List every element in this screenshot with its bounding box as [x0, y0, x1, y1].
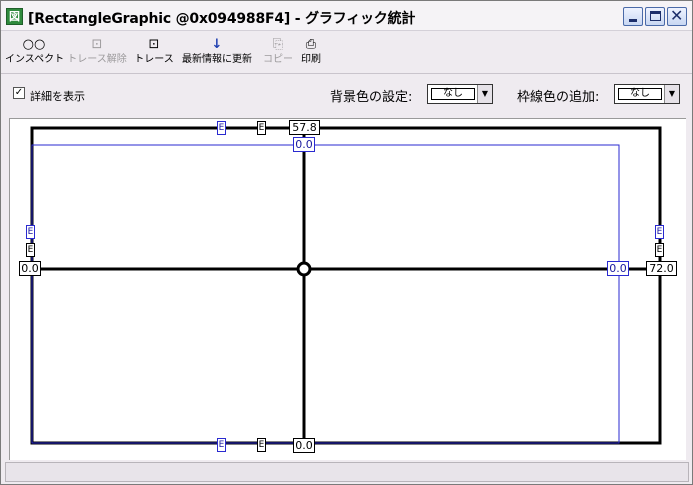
- trace-button[interactable]: ⊡ トレース: [132, 36, 176, 72]
- edge-marker[interactable]: E: [217, 121, 226, 135]
- background-color-value: なし: [431, 88, 475, 100]
- graphic-canvas[interactable]: 57.8 0.0 0.0 0.0 0.0 72.0 E E E E E E E …: [9, 118, 686, 460]
- refresh-label: 最新情報に更新: [182, 54, 252, 65]
- edge-marker[interactable]: E: [257, 438, 266, 452]
- show-details-checkbox[interactable]: ✓: [13, 87, 25, 99]
- border-color-select[interactable]: なし ▼: [614, 84, 680, 104]
- copy-button[interactable]: ⎘ コピー: [260, 36, 296, 72]
- inner-rectangle: [31, 144, 620, 444]
- options-bar: ✓ 詳細を表示 背景色の設定: なし ▼ 枠線色の追加: なし ▼: [1, 75, 692, 113]
- print-button[interactable]: ⎙ 印刷: [297, 36, 325, 72]
- inner-right-value-label: 0.0: [607, 261, 629, 276]
- edge-marker[interactable]: E: [217, 438, 226, 452]
- untrace-icon: ⊡: [91, 37, 103, 52]
- refresh-icon: ↓: [211, 37, 223, 52]
- toolbar: ○○ インスペクト ⊡ トレース解除 ⊡ トレース ↓ 最新情報に更新 ⎘ コピ…: [1, 32, 692, 74]
- top-value-label: 57.8: [289, 120, 320, 135]
- edge-marker[interactable]: E: [655, 225, 664, 239]
- untrace-button[interactable]: ⊡ トレース解除: [65, 36, 129, 72]
- window-title: [RectangleGraphic @0x094988F4] - グラフィック統…: [28, 11, 416, 27]
- edge-marker[interactable]: E: [257, 121, 266, 135]
- app-icon: 図: [6, 8, 23, 25]
- bottom-value-label: 0.0: [293, 438, 315, 453]
- glasses-icon: ○○: [22, 37, 46, 52]
- background-color-label: 背景色の設定:: [330, 90, 413, 105]
- minimize-icon: [629, 19, 637, 22]
- inner-top-value-label: 0.0: [293, 137, 315, 152]
- chevron-down-icon[interactable]: ▼: [664, 85, 679, 103]
- title-bar[interactable]: 図 [RectangleGraphic @0x094988F4] - グラフィッ…: [1, 1, 692, 31]
- minimize-button[interactable]: [623, 7, 643, 26]
- trace-label: トレース: [134, 54, 174, 65]
- border-color-value: なし: [618, 88, 662, 100]
- copy-icon: ⎘: [272, 37, 284, 52]
- status-bar: [5, 462, 689, 482]
- refresh-button[interactable]: ↓ 最新情報に更新: [177, 36, 257, 72]
- border-color-label: 枠線色の追加:: [517, 90, 600, 105]
- rectangle-graphic-diagram: [30, 126, 662, 445]
- chevron-down-icon[interactable]: ▼: [477, 85, 492, 103]
- print-icon: ⎙: [305, 37, 317, 52]
- edge-marker[interactable]: E: [655, 243, 664, 257]
- inspect-label: インスペクト: [5, 54, 65, 65]
- maximize-icon: [650, 11, 661, 21]
- print-label: 印刷: [301, 54, 321, 65]
- background-color-select[interactable]: なし ▼: [427, 84, 493, 104]
- left-value-label: 0.0: [19, 261, 41, 276]
- close-button[interactable]: ✕: [667, 6, 687, 26]
- untrace-label: トレース解除: [67, 54, 127, 65]
- window: 図 [RectangleGraphic @0x094988F4] - グラフィッ…: [0, 0, 693, 485]
- show-details-label: 詳細を表示: [30, 90, 85, 103]
- right-value-label: 72.0: [646, 261, 677, 276]
- copy-label: コピー: [263, 54, 293, 65]
- trace-icon: ⊡: [148, 37, 160, 52]
- center-point[interactable]: [296, 261, 312, 277]
- close-icon: ✕: [670, 6, 684, 25]
- edge-marker[interactable]: E: [26, 243, 35, 257]
- inspect-button[interactable]: ○○ インスペクト: [5, 36, 65, 72]
- maximize-button[interactable]: [645, 7, 665, 26]
- outer-rectangle: [30, 126, 662, 445]
- edge-marker[interactable]: E: [26, 225, 35, 239]
